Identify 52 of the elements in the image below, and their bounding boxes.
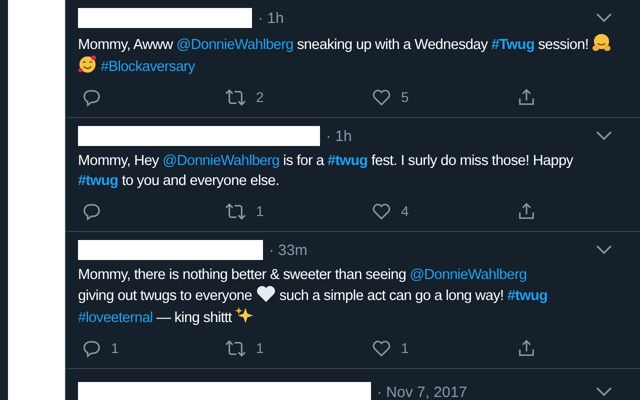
sparkles-icon (235, 306, 254, 325)
retweet-count: 2 (256, 89, 264, 105)
tweet-time[interactable]: · 1h (258, 10, 284, 26)
caret-icon[interactable] (596, 245, 612, 255)
retweet-count: 1 (256, 340, 264, 356)
hashtag-link[interactable]: #loveeternal (78, 310, 153, 326)
retweet-icon[interactable] (225, 202, 246, 220)
reply-icon[interactable] (82, 202, 101, 220)
tweet-text: fest. I surly do miss those! (371, 153, 530, 169)
tweet-text: sneaking up with a Wednesday (297, 37, 489, 53)
caret-icon[interactable] (596, 131, 612, 141)
tweet-text: to you and everyone else. (122, 173, 280, 189)
smiling-hearts-icon (78, 55, 97, 74)
retweet-icon[interactable] (225, 338, 246, 358)
heart-icon (256, 285, 276, 303)
caret-icon[interactable] (596, 13, 612, 23)
hashtag-link[interactable]: #twug (328, 153, 368, 169)
tweet-text: giving out twugs to everyone (78, 288, 252, 304)
tweet-time[interactable]: · 33m (269, 242, 308, 258)
hugging-face-icon (592, 33, 612, 52)
tweet-text: Mommy, Hey (78, 153, 160, 169)
mention-link[interactable]: @DonnieWahlberg (410, 267, 527, 283)
like-count: 1 (401, 340, 409, 356)
like-icon[interactable] (372, 202, 391, 220)
tweet-text: Mommy, there is nothing better & sweeter than seeing (78, 267, 408, 283)
reply-icon[interactable] (82, 338, 101, 358)
share-icon[interactable] (517, 202, 536, 220)
retweet-count: 1 (256, 203, 264, 219)
mention-link[interactable]: @DonnieWahlberg (162, 153, 280, 169)
tweet-text: — king shittt (156, 310, 232, 326)
retweet-icon[interactable] (225, 88, 246, 106)
tweet-text: Mommy, Awww (78, 37, 174, 53)
like-icon[interactable] (372, 88, 391, 106)
caret-icon[interactable] (596, 387, 612, 397)
like-icon[interactable] (372, 340, 391, 356)
tweet-text: is for a (283, 153, 326, 169)
share-icon[interactable] (517, 338, 536, 358)
like-count: 5 (401, 89, 409, 105)
like-count: 4 (401, 203, 409, 219)
tweet-text: such a simple act can go a long way! (279, 288, 504, 304)
hashtag-link[interactable]: #Blockaversary (100, 59, 195, 75)
share-icon[interactable] (517, 88, 536, 106)
mention-link[interactable]: @DonnieWahlberg (176, 37, 294, 53)
reply-count: 1 (111, 340, 119, 356)
tweet-text: session! (538, 37, 589, 53)
reply-icon[interactable] (82, 88, 101, 106)
tweet-text: Happy (532, 153, 574, 169)
hashtag-link[interactable]: #Twug (491, 37, 534, 53)
tweet-time[interactable]: · 1h (326, 128, 352, 144)
hashtag-link[interactable]: #twug (78, 173, 118, 189)
tweet-time[interactable]: · Nov 7, 2017 (377, 384, 468, 400)
hashtag-link[interactable]: #twug (507, 288, 548, 304)
